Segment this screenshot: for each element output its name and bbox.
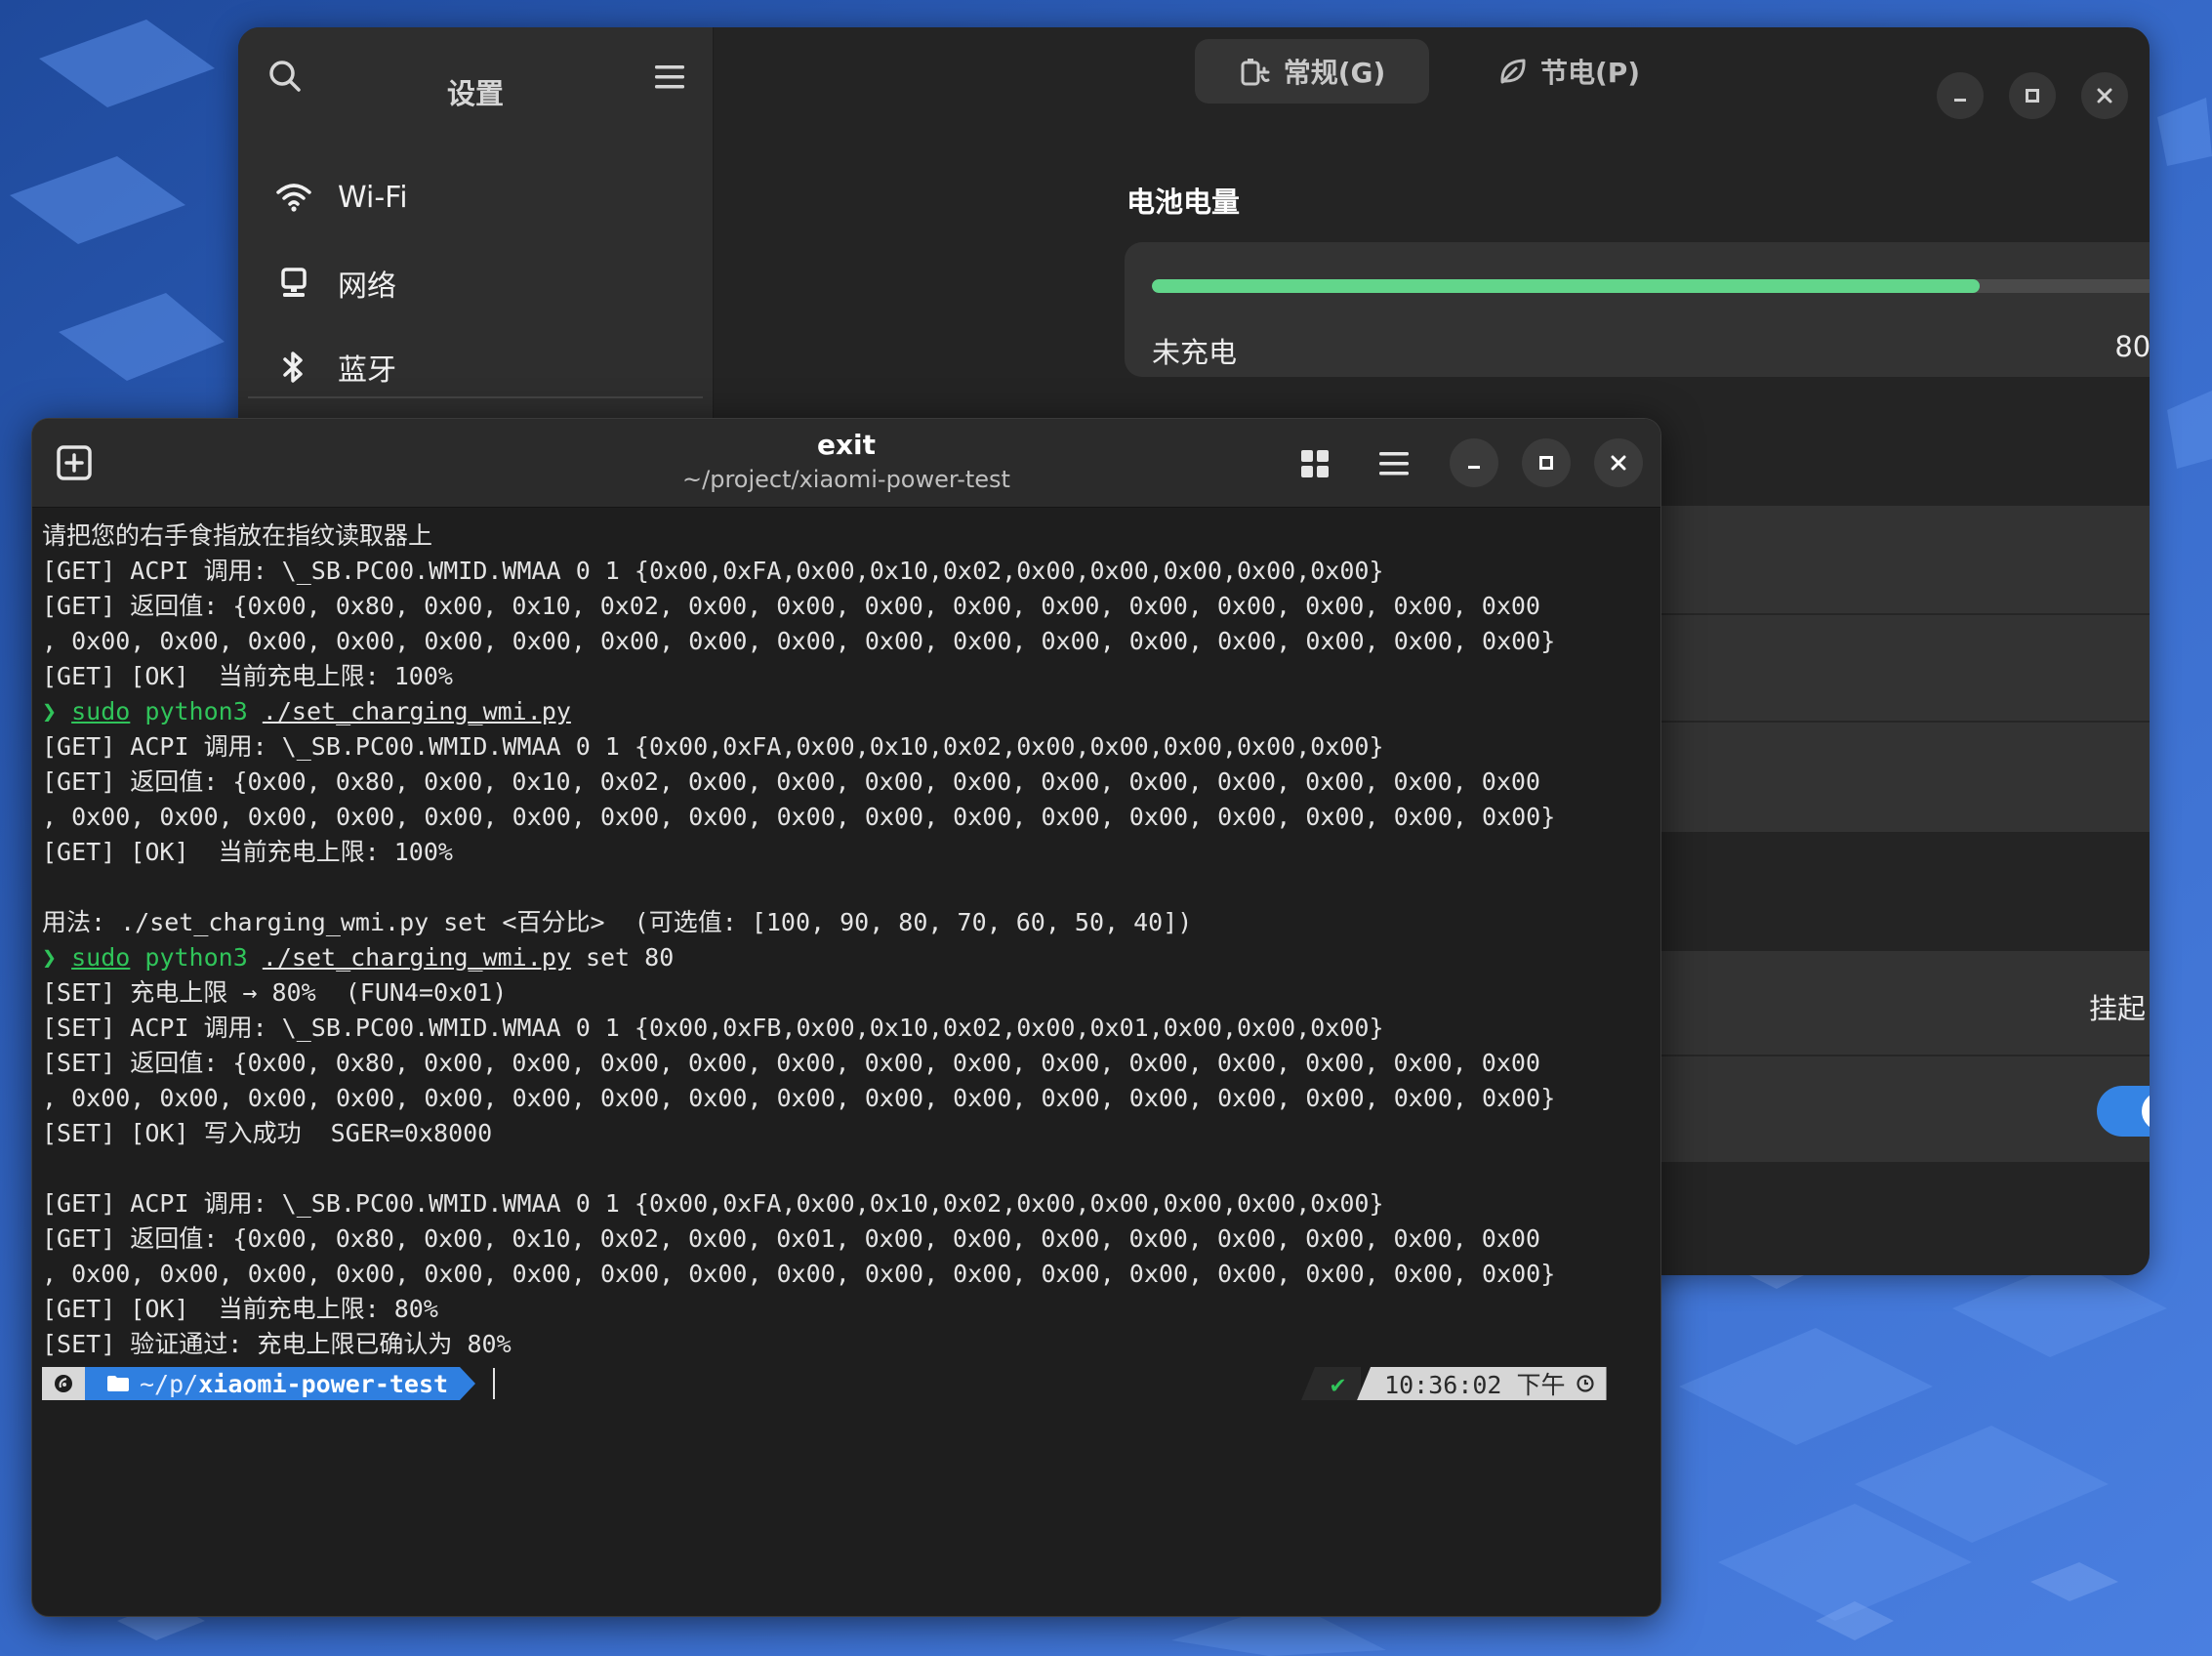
prompt-segment-arrow: [460, 1367, 476, 1400]
terminal-line: 请把您的右手食指放在指纹读取器上: [42, 521, 433, 550]
maximize-icon: [1539, 456, 1553, 470]
tab-label: 节电(P): [1539, 57, 1641, 89]
command-sudo: sudo: [71, 697, 131, 725]
terminal-title: exit: [816, 429, 877, 461]
prompt-time: 10:36:02 下午: [1357, 1367, 1607, 1400]
command-script-arg: ./set_charging_wmi.py: [262, 943, 571, 972]
battery-level-bar: [1152, 279, 2150, 293]
tab-overview-icon[interactable]: [1299, 448, 1331, 479]
command-args: set 80: [585, 943, 675, 972]
terminal-line: [GET] 返回值: {0x00, 0x80, 0x00, 0x10, 0x02…: [42, 1224, 1540, 1253]
folder-icon: [107, 1376, 129, 1391]
terminal-lines: 请把您的右手食指放在指纹读取器上 [GET] ACPI 调用: \_SB.PC00…: [42, 518, 1655, 1362]
prompt-right-segment: ✔ 10:36:02 下午: [1301, 1367, 1607, 1400]
os-icon: [42, 1367, 85, 1400]
hamburger-menu-icon[interactable]: [652, 62, 687, 92]
close-button[interactable]: [1594, 438, 1643, 487]
terminal-line: [GET] [OK] 当前充电上限: 100%: [42, 662, 453, 690]
prompt-time-text: 10:36:02 下午: [1384, 1371, 1566, 1399]
terminal-line: [GET] ACPI 调用: \_SB.PC00.WMID.WMAA 0 1 {…: [42, 1189, 1384, 1218]
tab-general[interactable]: 常规(G): [1195, 39, 1429, 104]
command-script-arg: ./set_charging_wmi.py: [262, 697, 571, 725]
sidebar-item-label: Wi-Fi: [338, 180, 408, 215]
terminal-line: [SET] ACPI 调用: \_SB.PC00.WMID.WMAA 0 1 {…: [42, 1014, 1384, 1042]
prompt-path-dir: xiaomi-power-test: [198, 1369, 449, 1398]
terminal-header-bar: exit ~/project/xiaomi-power-test: [32, 419, 1660, 508]
terminal-window: exit ~/project/xiaomi-power-test 请把您的右手食…: [31, 418, 1661, 1617]
leaf-icon: [1500, 59, 1526, 84]
maximize-icon: [2026, 89, 2039, 103]
status-ok-indicator: ✔: [1301, 1367, 1362, 1400]
battery-level-fill: [1152, 279, 1980, 293]
sidebar-item-bluetooth[interactable]: 蓝牙: [273, 338, 683, 396]
terminal-command-line: ❯ sudo python3 ./set_charging_wmi.py set…: [42, 940, 1655, 975]
prompt-chevron-icon: ❯: [42, 697, 72, 725]
close-button[interactable]: [2081, 72, 2128, 119]
toggle-knob: [2142, 1092, 2150, 1131]
tab-label: 常规(G): [1283, 57, 1386, 89]
network-icon: [273, 263, 314, 304]
tab-power-saving[interactable]: 节电(P): [1460, 39, 1677, 104]
maximize-button[interactable]: [1522, 438, 1571, 487]
battery-heading: 电池电量: [1126, 186, 1241, 219]
terminal-line: [SET] 返回值: {0x00, 0x80, 0x00, 0x00, 0x00…: [42, 1049, 1540, 1077]
minimize-button[interactable]: [1937, 72, 1984, 119]
wifi-icon: [273, 177, 314, 218]
suspend-dropdown-value[interactable]: 挂起: [2089, 986, 2146, 1027]
minimize-icon: [1468, 466, 1480, 469]
terminal-line: , 0x00, 0x00, 0x00, 0x00, 0x00, 0x00, 0x…: [42, 1084, 1556, 1112]
battery-percent: 80 %: [2114, 330, 2150, 363]
prompt-path-prefix: ~/p/: [140, 1369, 199, 1398]
terminal-subtitle: ~/project/xiaomi-power-test: [682, 466, 1010, 493]
command-sudo: sudo: [71, 943, 131, 972]
close-icon: [2097, 88, 2112, 104]
sidebar-item-label: 网络: [338, 269, 396, 304]
close-icon: [1611, 455, 1626, 471]
terminal-line: [GET] 返回值: {0x00, 0x80, 0x00, 0x10, 0x02…: [42, 592, 1540, 620]
terminal-line: , 0x00, 0x00, 0x00, 0x00, 0x00, 0x00, 0x…: [42, 803, 1556, 831]
terminal-output[interactable]: 请把您的右手食指放在指纹读取器上 [GET] ACPI 调用: \_SB.PC00…: [42, 518, 1655, 1403]
terminal-line: [GET] ACPI 调用: \_SB.PC00.WMID.WMAA 0 1 {…: [42, 557, 1384, 585]
prompt-path: ~/p/xiaomi-power-test: [85, 1367, 461, 1400]
terminal-line: , 0x00, 0x00, 0x00, 0x00, 0x00, 0x00, 0x…: [42, 1260, 1556, 1288]
command-program: python3: [144, 697, 248, 725]
minimize-icon: [1954, 99, 1966, 102]
sidebar-item-label: 蓝牙: [338, 353, 396, 388]
terminal-line: [GET] [OK] 当前充电上限: 100%: [42, 838, 453, 866]
terminal-line: [SET] 充电上限 → 80% (FUN4=0x01): [42, 978, 508, 1007]
minimize-button[interactable]: [1450, 438, 1498, 487]
prompt-chevron-icon: ❯: [42, 943, 72, 972]
maximize-button[interactable]: [2009, 72, 2056, 119]
terminal-line: [GET] 返回值: {0x00, 0x80, 0x00, 0x10, 0x02…: [42, 767, 1540, 796]
sidebar-item-wifi[interactable]: Wi-Fi: [273, 168, 683, 227]
terminal-line: 用法: ./set_charging_wmi.py set <百分比> (可选值…: [42, 908, 1193, 936]
bluetooth-icon: [273, 347, 314, 388]
sidebar-title: 设置: [446, 77, 504, 110]
terminal-line: [SET] 验证通过: 充电上限已确认为 80%: [42, 1330, 512, 1358]
command-program: python3: [144, 943, 248, 972]
hamburger-menu-icon[interactable]: [1377, 450, 1411, 477]
battery-charging-status: 未充电: [1152, 336, 1238, 369]
sidebar-divider: [248, 396, 703, 398]
text-cursor: [493, 1368, 496, 1399]
prompt-left-segment: ~/p/xiaomi-power-test: [42, 1367, 496, 1400]
clock-icon: [1576, 1375, 1594, 1392]
shell-prompt: ~/p/xiaomi-power-test ✔ 10:36:02 下午: [42, 1364, 1655, 1403]
terminal-line: [GET] ACPI 调用: \_SB.PC00.WMID.WMAA 0 1 {…: [42, 732, 1384, 761]
terminal-line: , 0x00, 0x00, 0x00, 0x00, 0x00, 0x00, 0x…: [42, 627, 1556, 655]
battery-plug-icon: [1241, 59, 1270, 86]
battery-level-card: 未充电 80 %: [1125, 242, 2150, 377]
terminal-command-line: ❯ sudo python3 ./set_charging_wmi.py: [42, 694, 1655, 729]
terminal-line: [GET] [OK] 当前充电上限: 80%: [42, 1295, 438, 1323]
terminal-line: [SET] [OK] 写入成功 SGER=0x8000: [42, 1119, 493, 1147]
toggle-switch[interactable]: [2097, 1086, 2150, 1137]
sidebar-item-network[interactable]: 网络: [273, 254, 683, 312]
